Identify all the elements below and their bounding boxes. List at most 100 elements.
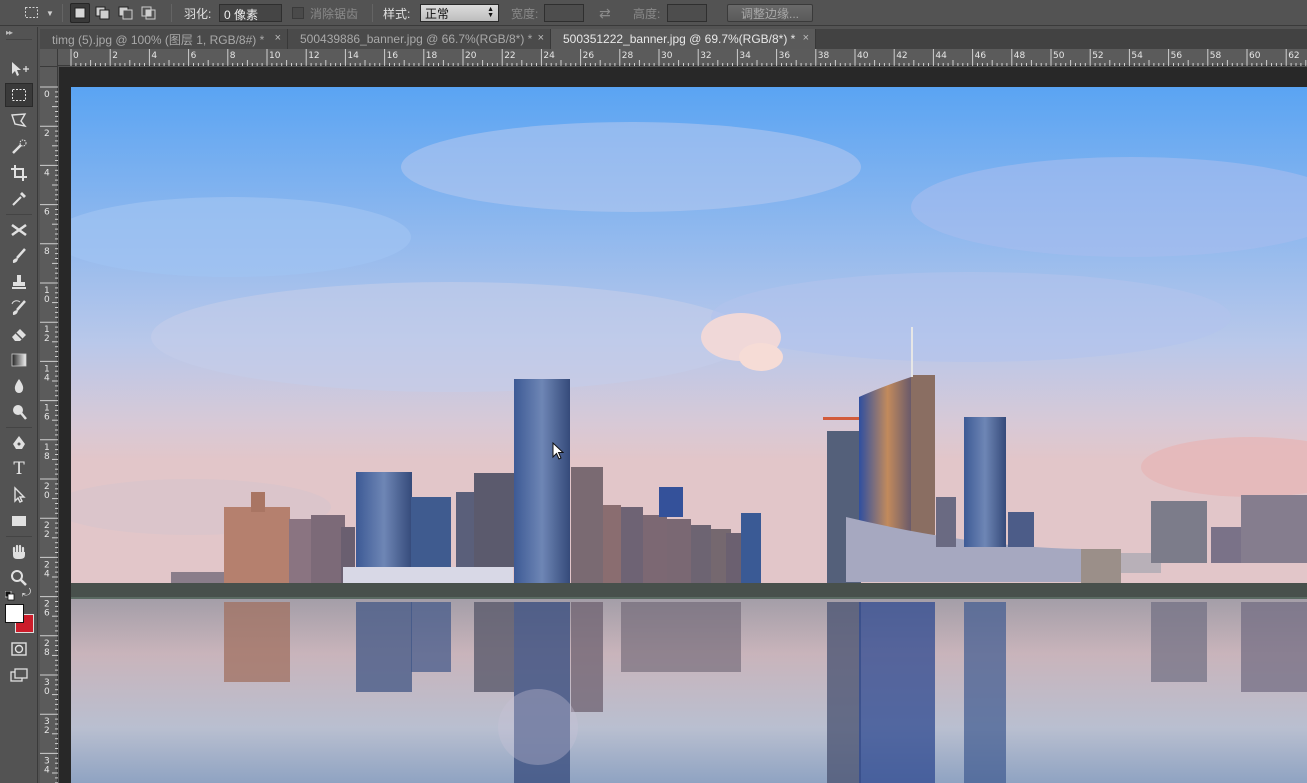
hand-tool[interactable] [5, 540, 33, 564]
ruler-label: 8 [230, 51, 236, 61]
ruler-label: 8 [44, 452, 50, 462]
doc-tab-timg[interactable]: timg (5).jpg @ 100% (图层 1, RGB/8#) * × [40, 29, 288, 49]
style-select-value: 正常 [425, 6, 450, 21]
doc-tab-label: timg (5).jpg @ 100% (图层 1, RGB/8#) * [52, 32, 265, 47]
quick-mask-button[interactable] [5, 637, 33, 661]
gradient-tool[interactable] [5, 348, 33, 372]
ruler-horizontal[interactable]: 0 2 4 6 8 10 12 14 16 18 20 22 24 26 28 30 32 34 36 38 40 42 4… [58, 49, 1307, 66]
selection-mode-group [70, 0, 159, 26]
ruler-label: 42 [896, 51, 907, 61]
chevron-down-icon[interactable]: ▼ [46, 9, 54, 18]
type-tool[interactable]: T [5, 457, 33, 481]
ruler-label: 22 [504, 51, 515, 61]
subtract-selection-icon[interactable] [116, 3, 136, 23]
ruler-label: 18 [426, 51, 438, 61]
marquee-preset-icon[interactable] [22, 3, 42, 23]
ruler-label: 30 [661, 51, 673, 61]
ruler-label: 8 [44, 648, 50, 658]
swap-arrows-icon[interactable]: ⇄ [599, 5, 611, 22]
ruler-label: 2 [44, 530, 50, 540]
move-tool[interactable] [5, 57, 33, 81]
ruler-label: 54 [1131, 51, 1143, 61]
close-icon[interactable]: × [538, 32, 544, 44]
ruler-label: 40 [857, 51, 869, 61]
ruler-label: 14 [347, 51, 359, 61]
drop-icon [14, 379, 24, 393]
ruler-label: 16 [387, 51, 399, 61]
style-label: 样式: [383, 6, 411, 21]
new-selection-icon[interactable] [70, 3, 90, 23]
gradient-icon [11, 353, 27, 367]
ruler-label: 20 [465, 51, 477, 61]
ruler-label: 48 [1014, 51, 1026, 61]
ruler-label: 56 [1171, 51, 1183, 61]
tools-panel: ▸▸ T ⤾ [0, 27, 38, 783]
eraser-tool[interactable] [5, 322, 33, 346]
antialias-checkbox[interactable] [292, 7, 304, 19]
foreground-color-swatch[interactable] [5, 604, 24, 623]
ruler-corner[interactable] [40, 49, 58, 67]
height-label: 高度: [633, 6, 661, 21]
ruler-label: 24 [543, 51, 555, 61]
screen-mode-icon [10, 668, 28, 682]
close-icon[interactable]: × [275, 32, 281, 44]
stamp-tool[interactable] [5, 270, 33, 294]
doc-tab-500439886[interactable]: 500439886_banner.jpg @ 66.7%(RGB/8*) * × [288, 29, 551, 49]
pen-icon [13, 436, 25, 449]
pen-tool[interactable] [5, 431, 33, 455]
screen-mode-button[interactable] [5, 664, 33, 688]
ruler-label: 52 [1092, 51, 1103, 61]
height-input[interactable] [667, 4, 707, 22]
lasso-tool[interactable] [5, 109, 33, 133]
refine-edge-button[interactable]: 调整边缘... [727, 4, 813, 22]
ruler-label: 38 [818, 51, 830, 61]
width-input[interactable] [544, 4, 584, 22]
rectangle-icon [12, 516, 26, 526]
add-selection-icon[interactable] [93, 3, 113, 23]
updown-arrows-icon: ▲ ▼ [487, 6, 494, 19]
document-tab-bar: timg (5).jpg @ 100% (图层 1, RGB/8#) * × 5… [40, 29, 1307, 49]
dodge-icon [13, 405, 27, 420]
ruler-label: 2 [44, 334, 50, 344]
eyedropper-tool[interactable] [5, 187, 33, 211]
history-brush-icon [11, 300, 26, 315]
swap-colors-icon[interactable]: ⤾ [22, 587, 31, 600]
feather-input[interactable]: 0 像素 [219, 4, 282, 22]
crop-tool[interactable] [5, 161, 33, 185]
close-icon[interactable]: × [803, 32, 809, 44]
panel-collapse-icon[interactable]: ▸▸ [6, 28, 13, 37]
ruler-label: 46 [975, 51, 987, 61]
ruler-label: 6 [44, 609, 50, 619]
brush-tool[interactable] [5, 244, 33, 268]
feather-label: 羽化: [184, 6, 212, 21]
ruler-label: 50 [1053, 51, 1065, 61]
intersect-selection-icon[interactable] [139, 3, 159, 23]
brush-icon [12, 248, 26, 263]
ruler-label: 0 [73, 51, 79, 61]
quick-select-tool[interactable] [5, 135, 33, 159]
ruler-label: 26 [583, 51, 595, 61]
ruler-label: 58 [1210, 51, 1222, 61]
path-select-tool[interactable] [5, 483, 33, 507]
blur-tool[interactable] [5, 374, 33, 398]
dodge-tool[interactable] [5, 400, 33, 424]
width-label: 宽度: [511, 6, 539, 21]
healing-tool[interactable] [5, 218, 33, 242]
rect-marquee-icon [12, 89, 26, 101]
document-canvas[interactable] [71, 87, 1307, 783]
doc-tab-label: 500439886_banner.jpg @ 66.7%(RGB/8*) * [300, 32, 533, 46]
tool-preset-picker[interactable]: ▼ [22, 0, 54, 26]
ruler-label: 2 [44, 129, 50, 139]
style-select[interactable]: 正常 ▲ ▼ [420, 4, 499, 22]
ruler-label: 32 [700, 51, 711, 61]
healing-icon [11, 223, 27, 237]
rect-marquee-tool[interactable] [5, 83, 33, 107]
rectangle-tool[interactable] [5, 509, 33, 533]
default-colors-icon[interactable] [4, 590, 15, 601]
history-brush-tool[interactable] [5, 296, 33, 320]
ruler-label: 4 [44, 765, 50, 775]
cursor-icon [552, 442, 565, 460]
ruler-vertical[interactable]: 0246810121416182022242628303234 [40, 67, 58, 783]
eraser-icon [12, 329, 26, 341]
doc-tab-500351222[interactable]: 500351222_banner.jpg @ 69.7%(RGB/8*) * × [551, 29, 816, 49]
